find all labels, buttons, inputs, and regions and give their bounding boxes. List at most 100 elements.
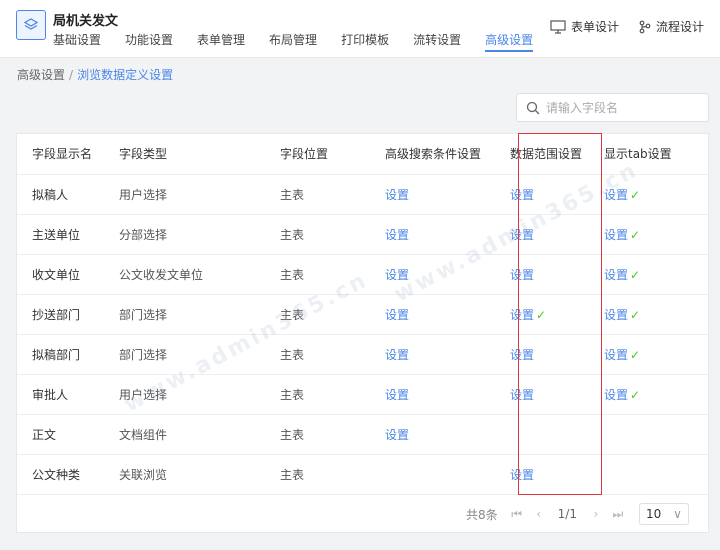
nav-tab[interactable]: 基础设置 [53, 32, 101, 52]
data-range-setting-link[interactable]: 设置 [510, 468, 534, 482]
field-type: 用户选择 [119, 387, 168, 402]
data-range-setting-link[interactable]: 设置 [510, 308, 534, 322]
field-name: 拟稿人 [32, 187, 69, 202]
field-name-cell: 抄送部门 [17, 294, 119, 335]
field-name: 正文 [32, 427, 57, 442]
field-type: 用户选择 [119, 187, 168, 202]
app-title: 局机关发文 [53, 14, 119, 29]
data-range-setting-link[interactable]: 设置 [510, 228, 534, 242]
fields-table: 字段显示名 字段类型 字段位置 高级搜索条件设置 数据范围设置 显示tab设置 … [17, 134, 710, 495]
advanced-search-setting-link[interactable]: 设置 [385, 228, 409, 242]
advanced-search-setting-link[interactable]: 设置 [385, 268, 409, 282]
first-page-icon[interactable]: ⏮ [506, 507, 528, 522]
field-type: 分部选择 [119, 227, 168, 242]
nav-tabs: 基础设置 功能设置 表单管理 布局管理 打印模板 流转设置 高级设置 [53, 32, 557, 52]
advanced-search-setting-link-cell [385, 454, 510, 495]
tab-display-setting-link-cell [604, 454, 710, 495]
data-range-setting-link-cell: 设置 [510, 454, 604, 495]
field-position-cell: 主表 [280, 414, 385, 455]
check-icon: ✓ [630, 347, 641, 362]
advanced-search-setting-link-cell: 设置 [385, 294, 510, 335]
tab-display-setting-link[interactable]: 设置 [604, 388, 628, 402]
data-range-setting-link-cell: 设置 [510, 334, 604, 375]
page-size-select[interactable]: 10 ∨ [638, 503, 689, 525]
header-field-name: 字段显示名 [17, 134, 119, 175]
field-position-cell: 主表 [280, 374, 385, 415]
field-type-cell: 分部选择 [119, 214, 280, 255]
table-header-row: 字段显示名 字段类型 字段位置 高级搜索条件设置 数据范围设置 显示tab设置 [17, 134, 710, 175]
field-type: 关联浏览 [119, 467, 168, 482]
advanced-search-setting-link[interactable]: 设置 [385, 388, 409, 402]
tab-display-setting-link-cell: 设置 ✓ [604, 334, 710, 375]
prev-page-icon[interactable]: ‹ [528, 507, 550, 521]
data-range-setting-link[interactable]: 设置 [510, 348, 534, 362]
field-name-cell: 拟稿人 [17, 174, 119, 215]
data-range-setting-link[interactable]: 设置 [510, 388, 534, 402]
table-row: 拟稿部门 部门选择 主表 设置 设置 设置 ✓ [17, 334, 710, 375]
tab-display-setting-link[interactable]: 设置 [604, 308, 628, 322]
field-type-cell: 公文收发文单位 [119, 254, 280, 295]
data-range-setting-link[interactable]: 设置 [510, 188, 534, 202]
advanced-search-setting-link[interactable]: 设置 [385, 308, 409, 322]
table-row: 审批人 用户选择 主表 设置 设置 设置 ✓ [17, 374, 710, 415]
nav-tab[interactable]: 功能设置 [125, 32, 173, 52]
table-row: 抄送部门 部门选择 主表 设置 设置 ✓ 设置 ✓ [17, 294, 710, 335]
field-position-cell: 主表 [280, 294, 385, 335]
last-page-icon[interactable]: ⏭ [607, 507, 629, 522]
field-type-cell: 用户选择 [119, 174, 280, 215]
pager-total: 共8条 [466, 507, 498, 522]
tab-display-setting-link-cell [604, 414, 710, 455]
breadcrumb: 高级设置 / 浏览数据定义设置 [17, 66, 173, 83]
field-position: 主表 [280, 387, 305, 402]
tab-display-setting-link[interactable]: 设置 [604, 268, 628, 282]
data-range-setting-link-cell: 设置 ✓ [510, 294, 604, 335]
field-position: 主表 [280, 467, 305, 482]
field-name: 主送单位 [32, 227, 81, 242]
field-position-cell: 主表 [280, 214, 385, 255]
check-icon: ✓ [630, 187, 641, 202]
advanced-search-setting-link[interactable]: 设置 [385, 428, 409, 442]
nav-tab[interactable]: 表单管理 [197, 32, 245, 52]
field-position-cell: 主表 [280, 174, 385, 215]
nav-tab[interactable]: 流转设置 [413, 32, 461, 52]
field-position: 主表 [280, 307, 305, 322]
advanced-search-setting-link[interactable]: 设置 [385, 348, 409, 362]
flow-design-button[interactable]: 流程设计 [639, 18, 704, 35]
data-range-setting-link[interactable]: 设置 [510, 268, 534, 282]
flow-design-label: 流程设计 [655, 20, 704, 34]
tab-display-setting-link[interactable]: 设置 [604, 348, 628, 362]
nav-tab[interactable]: 高级设置 [485, 32, 534, 52]
header-field-position: 字段位置 [280, 134, 385, 175]
field-position: 主表 [280, 187, 305, 202]
field-name-cell: 收文单位 [17, 254, 119, 295]
check-icon: ✓ [630, 387, 641, 402]
data-range-setting-link-cell: 设置 [510, 374, 604, 415]
page-size-value: 10 [645, 507, 662, 521]
tab-display-setting-link-cell: 设置 ✓ [604, 374, 710, 415]
nav-tab[interactable]: 打印模板 [341, 32, 389, 52]
pager-page: 1/1 [557, 507, 577, 521]
check-icon: ✓ [630, 307, 641, 322]
field-position-cell: 主表 [280, 254, 385, 295]
check-icon: ✓ [630, 227, 641, 242]
breadcrumb-separator: / [69, 68, 74, 82]
field-name: 审批人 [32, 387, 69, 402]
tab-display-setting-link[interactable]: 设置 [604, 228, 628, 242]
next-page-icon[interactable]: › [585, 507, 607, 521]
nav-tab[interactable]: 布局管理 [269, 32, 317, 52]
tab-display-setting-link[interactable]: 设置 [604, 188, 628, 202]
field-name-cell: 拟稿部门 [17, 334, 119, 375]
tab-display-setting-link-cell: 设置 ✓ [604, 254, 710, 295]
field-search-box [516, 93, 709, 122]
field-name: 收文单位 [32, 267, 81, 282]
field-position: 主表 [280, 347, 305, 362]
advanced-search-setting-link-cell: 设置 [385, 254, 510, 295]
table-row: 正文 文档组件 主表 设置 [17, 414, 710, 455]
check-icon: ✓ [630, 267, 641, 282]
advanced-search-setting-link-cell: 设置 [385, 374, 510, 415]
form-design-button[interactable]: 表单设计 [550, 18, 619, 35]
breadcrumb-parent[interactable]: 高级设置 [17, 68, 65, 82]
advanced-search-setting-link[interactable]: 设置 [385, 188, 409, 202]
tab-display-setting-link-cell: 设置 ✓ [604, 214, 710, 255]
search-input[interactable] [546, 100, 696, 115]
